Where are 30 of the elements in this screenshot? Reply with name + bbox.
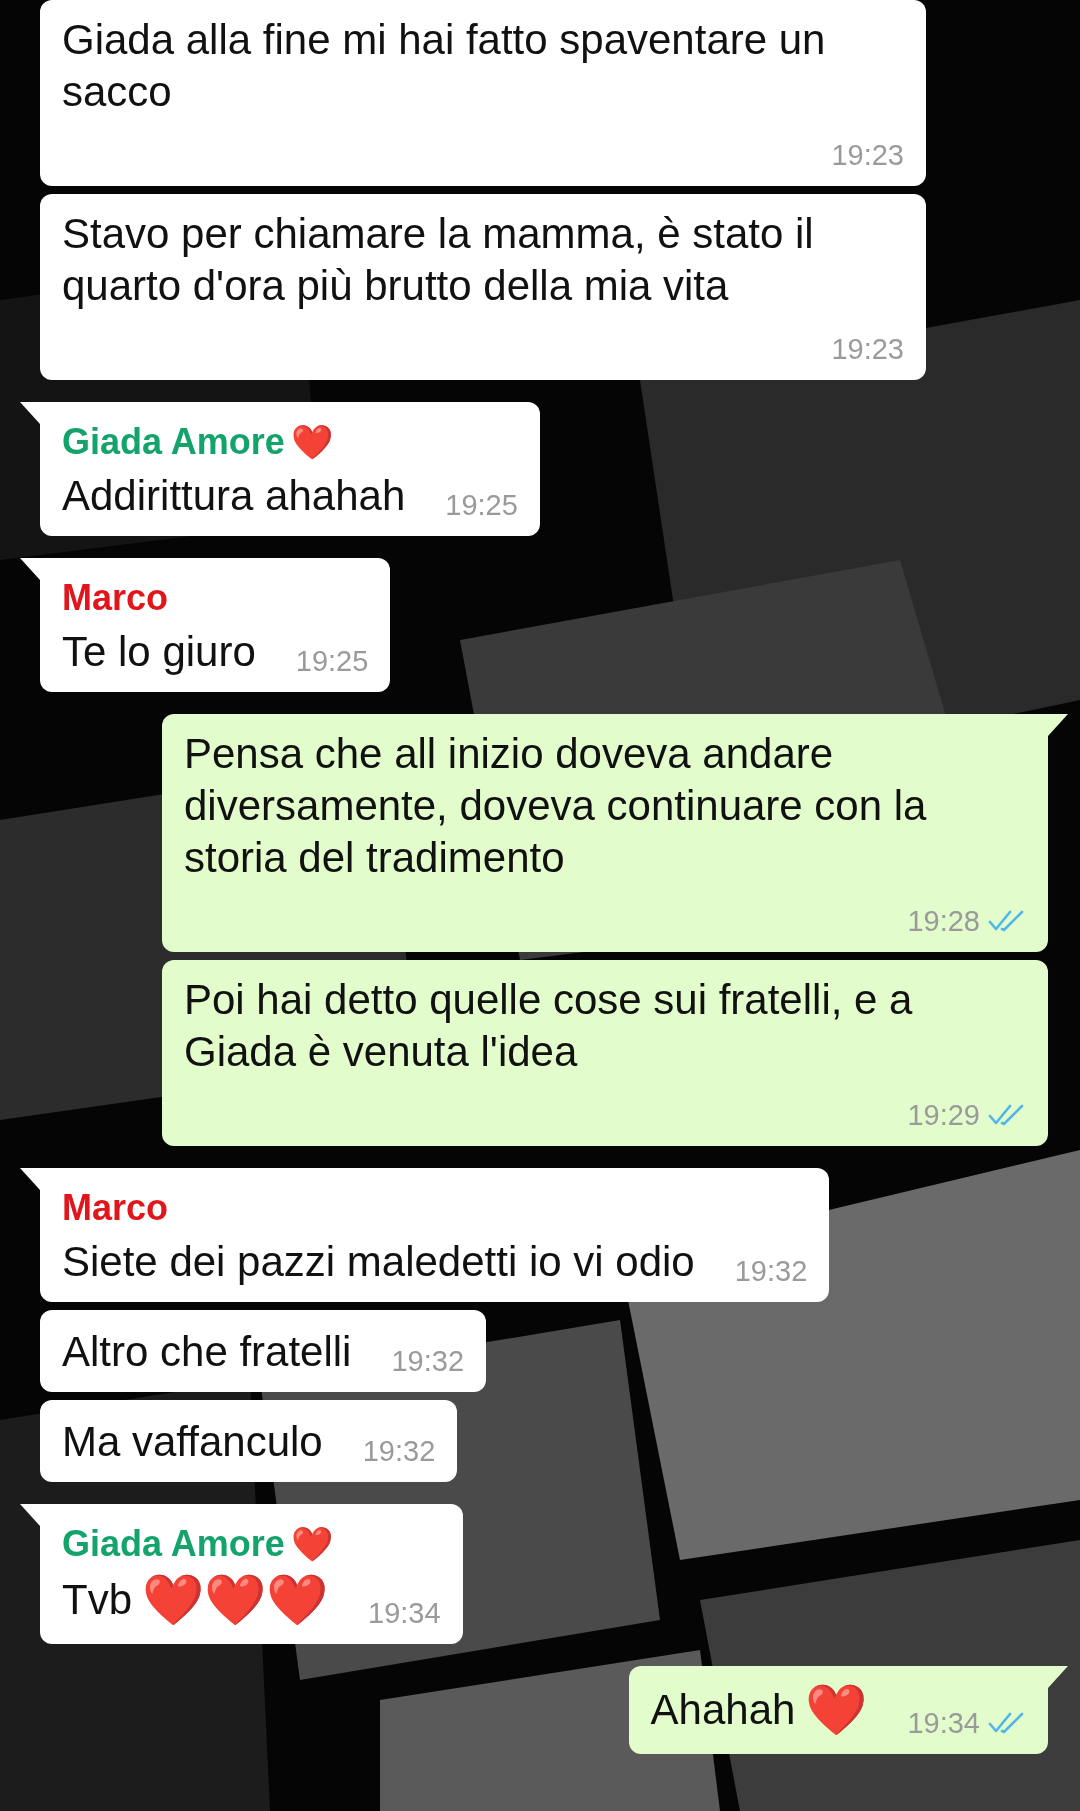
message-time: 19:28 xyxy=(907,904,980,938)
message-time: 19:29 xyxy=(907,1098,980,1132)
sender-name: Giada Amore xyxy=(62,1522,285,1566)
message-text: Ahahah xyxy=(650,1685,796,1735)
message-text: Siete dei pazzi maledetti io vi odio xyxy=(62,1237,695,1287)
message-text: Poi hai detto quelle cose sui fratelli, e a Giada è venuta l'idea xyxy=(184,975,914,1077)
message-time: 19:34 xyxy=(368,1596,441,1630)
message-text: Ma vaffanculo xyxy=(62,1417,323,1467)
message-time: 19:32 xyxy=(734,1254,808,1288)
message-text: Pensa che all inizio doveva andare diversamente, doveva continuare con la storia del tradimento xyxy=(184,729,928,883)
message-text: Tvb xyxy=(62,1575,132,1625)
message-time: 19:32 xyxy=(362,1434,436,1468)
heart-emoji: ❤❤❤ xyxy=(142,1570,328,1630)
sender-name: Marco xyxy=(62,1186,169,1230)
heart-emoji: ❤ xyxy=(290,421,333,464)
sender-name: Marco xyxy=(62,576,169,620)
message-time: 19:23 xyxy=(831,138,904,172)
message-text: Altro che fratelli xyxy=(62,1327,352,1377)
message-time: 19:32 xyxy=(391,1344,465,1378)
heart-emoji: ❤ xyxy=(290,1523,333,1566)
message-text: Addirittura ahahah xyxy=(62,471,406,521)
message-time: 19:34 xyxy=(907,1706,980,1740)
message-text: Giada alla fine mi hai fatto spaventare un sacco xyxy=(62,15,827,117)
heart-emoji: ❤ xyxy=(805,1680,868,1740)
sender-name: Giada Amore xyxy=(62,420,285,464)
message-text: Te lo giuro xyxy=(62,627,256,677)
message-time: 19:25 xyxy=(445,488,518,522)
message-time: 19:23 xyxy=(831,332,904,366)
message-text: Stavo per chiamare la mamma, è stato il quarto d'ora più brutto della mia vita xyxy=(62,209,815,311)
message-time: 19:25 xyxy=(295,644,369,678)
